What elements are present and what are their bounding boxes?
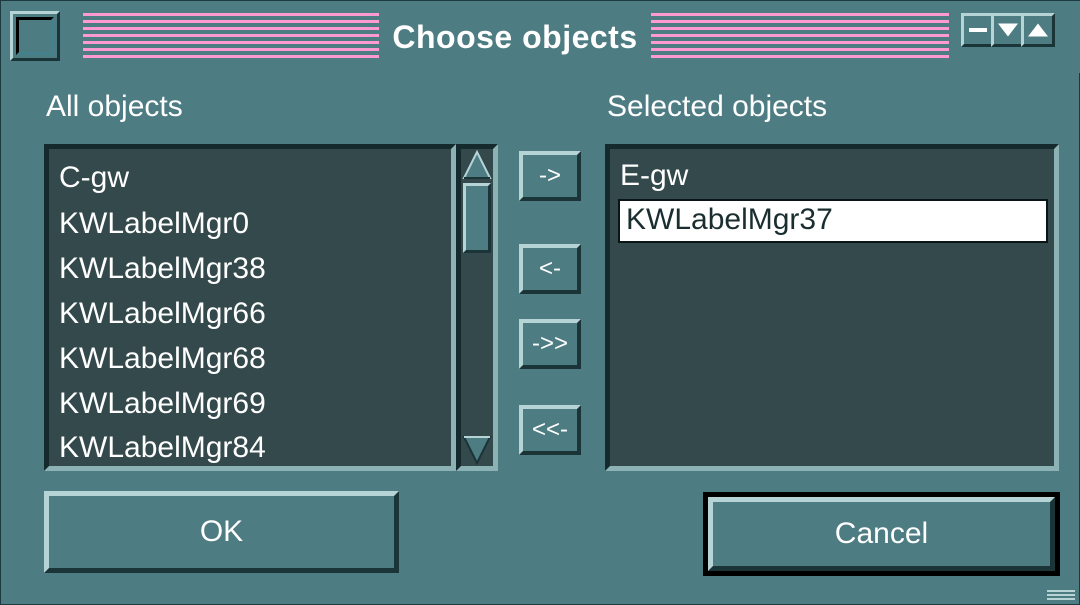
add-selected-button[interactable]: ->	[519, 151, 581, 201]
title-decoration-right	[651, 13, 949, 59]
minimize-button[interactable]	[961, 13, 995, 47]
remove-selected-button[interactable]: <-	[519, 244, 581, 294]
list-item[interactable]: KWLabelMgr0	[59, 201, 249, 247]
title-decoration-left	[83, 13, 379, 59]
scrollbar-thumb[interactable]	[463, 183, 491, 253]
list-item[interactable]: KWLabelMgr66	[59, 291, 266, 337]
resize-grip-icon[interactable]	[1047, 590, 1075, 600]
selected-objects-label: Selected objects	[607, 90, 828, 123]
list-item-active[interactable]: KWLabelMgr37	[618, 199, 1048, 243]
minimize-icon	[969, 28, 987, 32]
shade-button[interactable]	[991, 13, 1025, 47]
list-item[interactable]: KWLabelMgr68	[59, 336, 266, 382]
ok-button[interactable]: OK	[44, 491, 399, 573]
choose-objects-dialog: Choose objects All objects Selected obje…	[0, 0, 1080, 605]
window-menu-icon[interactable]	[10, 11, 60, 61]
cancel-button[interactable]: Cancel	[708, 497, 1055, 571]
list-item[interactable]: KWLabelMgr38	[59, 246, 266, 292]
maximize-icon	[1028, 23, 1048, 37]
list-item[interactable]: E-gw	[620, 153, 688, 199]
all-objects-scrollbar[interactable]	[456, 144, 498, 471]
window-title: Choose objects	[392, 19, 638, 55]
add-all-button[interactable]: ->>	[519, 319, 581, 369]
scroll-down-icon[interactable]	[462, 435, 492, 465]
remove-all-button[interactable]: <<-	[519, 405, 581, 455]
list-item[interactable]: KWLabelMgr69	[59, 381, 266, 427]
shade-icon	[998, 23, 1018, 37]
list-item[interactable]: C-gw	[59, 155, 129, 201]
list-item[interactable]: KWLabelMgr84	[59, 425, 266, 471]
all-objects-label: All objects	[46, 90, 183, 123]
selected-objects-list[interactable]: E-gw KWLabelMgr37	[605, 144, 1059, 471]
maximize-button[interactable]	[1021, 13, 1055, 47]
scroll-up-icon[interactable]	[462, 150, 492, 180]
title-bar[interactable]: Choose objects	[1, 1, 1080, 73]
cancel-button-focus-ring: Cancel	[703, 492, 1060, 576]
all-objects-list[interactable]: C-gw KWLabelMgr0 KWLabelMgr38 KWLabelMgr…	[44, 144, 456, 471]
